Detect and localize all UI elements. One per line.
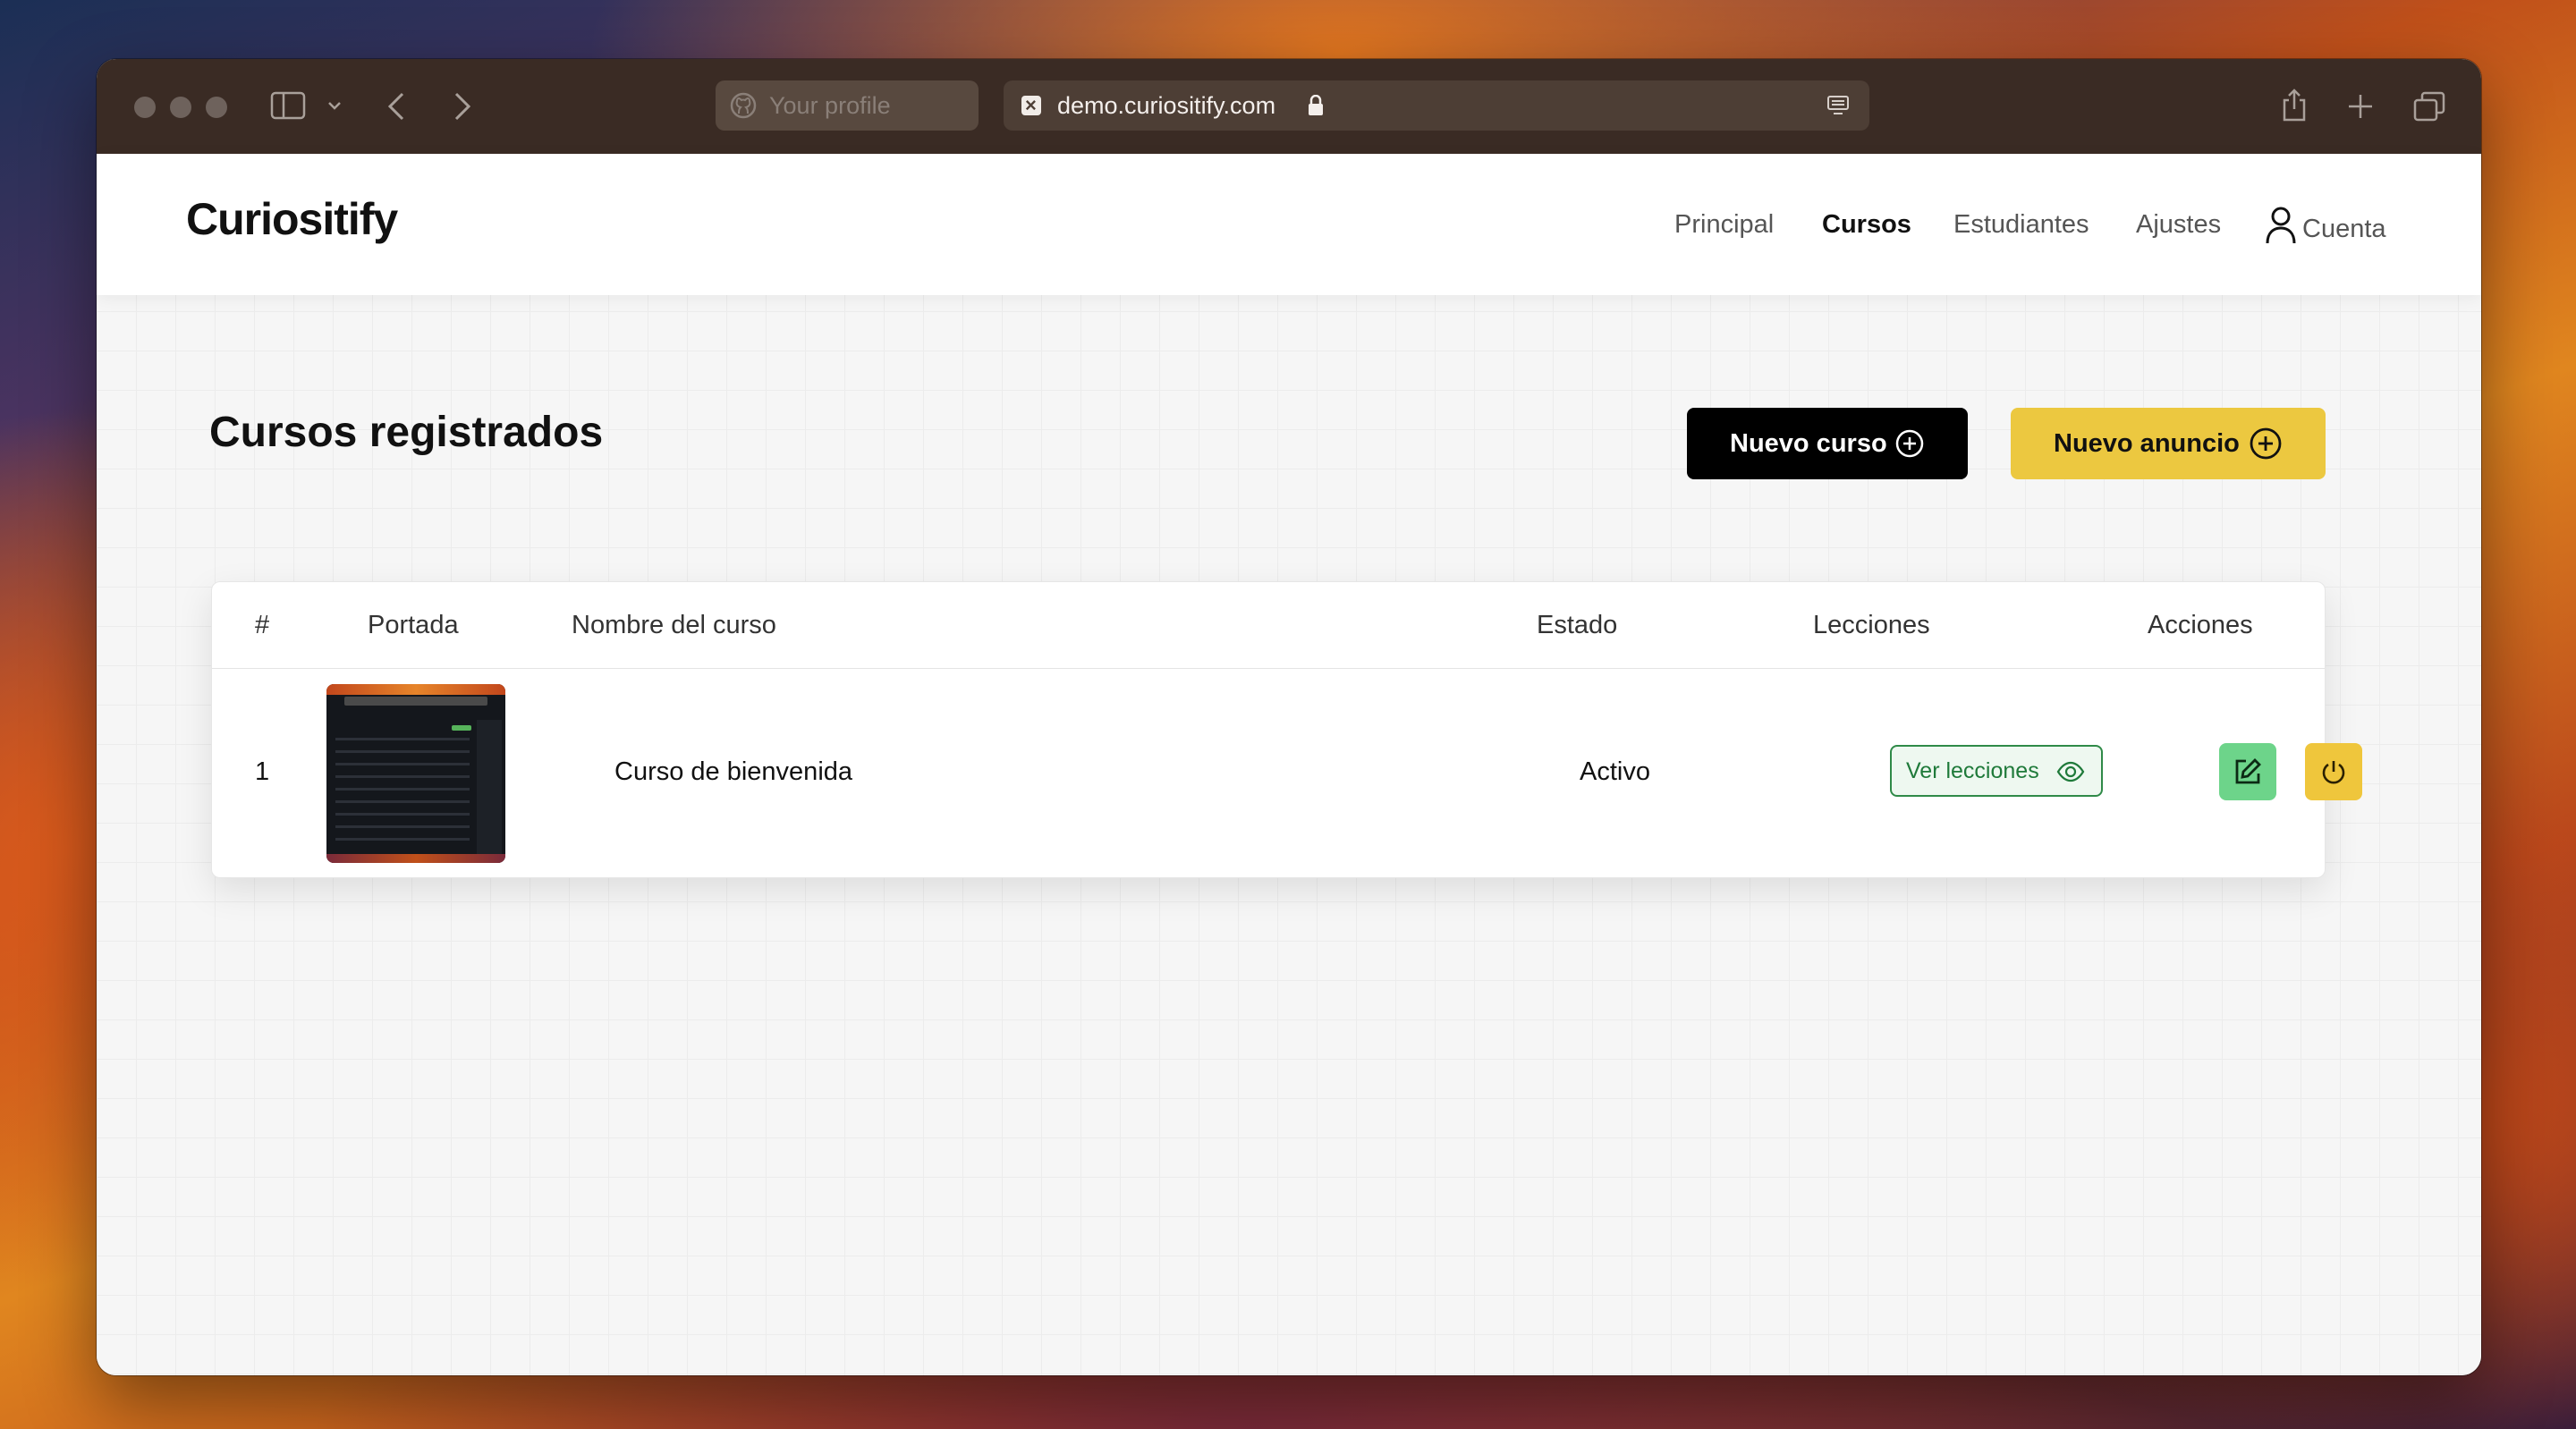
column-header-status: Estado <box>1537 611 1618 639</box>
page-content: Curiositify Principal Cursos Estudiantes… <box>97 154 2481 1375</box>
column-header-course-name: Nombre del curso <box>572 611 776 639</box>
column-header-lessons: Lecciones <box>1813 611 1930 639</box>
new-announcement-label: Nuevo anuncio <box>2054 429 2240 458</box>
back-icon[interactable] <box>386 91 406 122</box>
edit-icon <box>2235 758 2261 784</box>
github-icon <box>730 92 757 119</box>
user-icon <box>2266 207 2296 244</box>
row-index: 1 <box>255 757 270 786</box>
view-lessons-button[interactable]: Ver lecciones <box>1890 745 2103 797</box>
status-text: Activo <box>1580 757 1650 786</box>
forward-icon[interactable] <box>453 91 472 122</box>
site-favicon-icon <box>1021 80 1041 131</box>
chevron-down-icon[interactable] <box>327 100 342 111</box>
profile-tab-label: Your profile <box>769 92 891 119</box>
nav-link-estudiantes[interactable]: Estudiantes <box>1953 210 2089 240</box>
column-header-index: # <box>255 611 270 639</box>
reader-icon[interactable] <box>1826 95 1850 116</box>
nav-link-ajustes[interactable]: Ajustes <box>2136 210 2221 240</box>
course-cover-image[interactable] <box>326 684 505 863</box>
plus-circle-icon <box>2250 427 2282 460</box>
edit-course-button[interactable] <box>2219 743 2276 800</box>
zoom-window-button[interactable] <box>206 97 227 118</box>
column-header-actions: Acciones <box>2148 611 2253 639</box>
profile-tab[interactable]: Your profile <box>716 80 979 131</box>
sidebar-icon[interactable] <box>270 91 306 120</box>
lock-icon <box>1309 95 1323 115</box>
column-header-cover: Portada <box>368 611 459 639</box>
browser-window: Your profile demo.curiositify.com <box>97 59 2481 1375</box>
new-course-label: Nuevo curso <box>1730 429 1887 458</box>
account-label: Cuenta <box>2302 215 2386 243</box>
url-text: demo.curiositify.com <box>1057 92 1276 119</box>
course-name[interactable]: Curso de bienvenida <box>614 757 852 787</box>
top-navbar: Curiositify Principal Cursos Estudiantes… <box>97 154 2481 295</box>
power-icon <box>2322 761 2345 784</box>
table-header-divider <box>212 668 2325 669</box>
new-announcement-button[interactable]: Nuevo anuncio <box>2011 408 2326 479</box>
address-bar[interactable]: demo.curiositify.com <box>1004 80 1869 131</box>
toggle-course-button[interactable] <box>2305 743 2362 800</box>
eye-icon <box>2056 761 2085 782</box>
plus-circle-icon <box>1895 429 1924 458</box>
share-icon[interactable] <box>2281 88 2308 122</box>
browser-titlebar: Your profile demo.curiositify.com <box>97 59 2481 154</box>
new-tab-icon[interactable] <box>2347 93 2374 120</box>
tabs-overview-icon[interactable] <box>2413 91 2445 122</box>
minimize-window-button[interactable] <box>170 97 191 118</box>
page-title: Cursos registrados <box>209 409 604 456</box>
new-course-button[interactable]: Nuevo curso <box>1687 408 1968 479</box>
close-window-button[interactable] <box>134 97 156 118</box>
courses-table: # Portada Nombre del curso Estado Leccio… <box>211 581 2362 878</box>
nav-link-cursos[interactable]: Cursos <box>1822 210 1911 240</box>
nav-link-principal[interactable]: Principal <box>1674 210 1774 240</box>
logo[interactable]: Curiositify <box>186 193 398 245</box>
view-lessons-label: Ver lecciones <box>1906 758 2039 783</box>
